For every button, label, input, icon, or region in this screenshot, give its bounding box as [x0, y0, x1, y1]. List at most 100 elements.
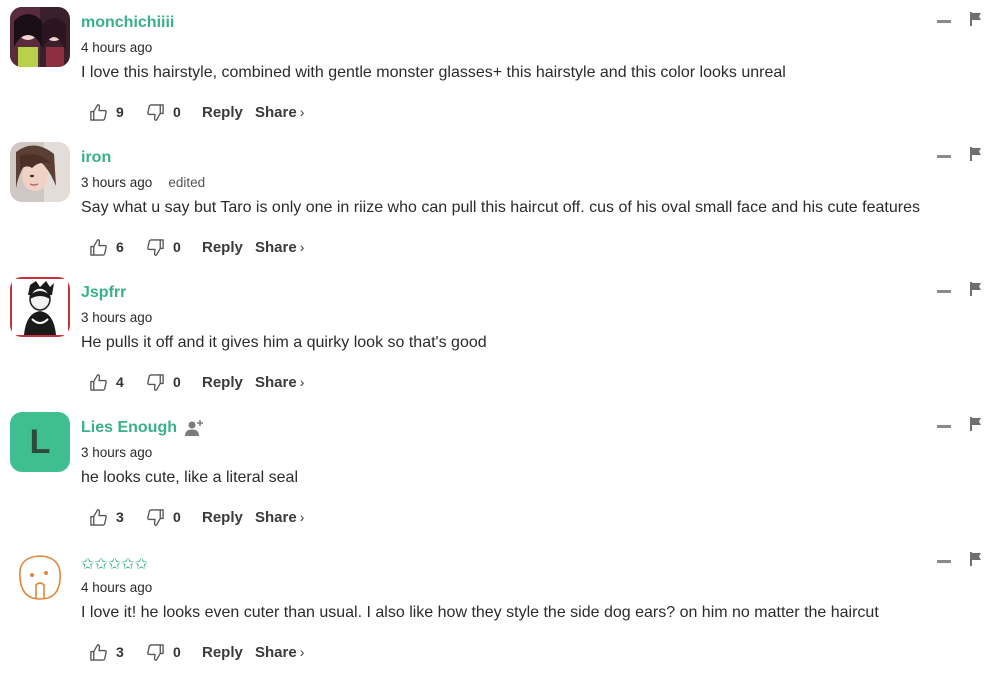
avatar[interactable]: L: [10, 412, 70, 472]
comment-item: L Lies Enough 3 hours ago he looks cute,…: [0, 405, 999, 540]
comment-item: monchichiiii 4 hours ago I love this hai…: [0, 0, 999, 135]
username[interactable]: ✩✩✩✩✩: [81, 554, 148, 574]
thumbs-down-icon: [146, 238, 165, 257]
share-button[interactable]: Share ›: [255, 239, 304, 256]
minus-icon[interactable]: [937, 290, 951, 293]
add-person-icon[interactable]: [185, 419, 205, 437]
username-text[interactable]: iron: [81, 149, 111, 167]
username-text[interactable]: Lies Enough: [81, 419, 177, 437]
thumbs-up-icon: [89, 643, 108, 662]
comment-meta: 3 hours ago edited: [81, 175, 205, 190]
username-text[interactable]: monchichiiii: [81, 14, 174, 32]
comment-actions: 3 0 Reply Share ›: [89, 641, 304, 663]
comment-meta: 4 hours ago: [81, 40, 152, 55]
dislike-button[interactable]: 0: [146, 508, 202, 527]
comment-actions: 4 0 Reply Share ›: [89, 371, 304, 393]
comment-meta: 4 hours ago: [81, 580, 152, 595]
flag-icon[interactable]: [970, 552, 982, 566]
comment-item: Jspfrr 3 hours ago He pulls it off and i…: [0, 270, 999, 405]
share-label: Share: [255, 103, 297, 121]
flag-icon[interactable]: [970, 417, 982, 431]
thumbs-up-icon: [89, 103, 108, 122]
timestamp[interactable]: 3 hours ago: [81, 310, 152, 325]
minus-icon[interactable]: [937, 155, 951, 158]
comment-list: monchichiiii 4 hours ago I love this hai…: [0, 0, 999, 672]
dislike-count: 0: [173, 104, 181, 120]
reply-button[interactable]: Reply: [202, 239, 255, 256]
chevron-right-icon: ›: [299, 374, 305, 390]
chevron-right-icon: ›: [299, 644, 305, 660]
share-button[interactable]: Share ›: [255, 644, 304, 661]
thumbs-up-icon: [89, 373, 108, 392]
like-count: 6: [116, 239, 124, 255]
comment-text: Say what u say but Taro is only one in r…: [81, 199, 920, 216]
minus-icon[interactable]: [937, 425, 951, 428]
timestamp[interactable]: 3 hours ago: [81, 445, 152, 460]
like-button[interactable]: 4: [89, 373, 146, 392]
flag-icon[interactable]: [970, 147, 982, 161]
minus-icon[interactable]: [937, 560, 951, 563]
dislike-button[interactable]: 0: [146, 238, 202, 257]
dislike-count: 0: [173, 374, 181, 390]
dislike-count: 0: [173, 644, 181, 660]
avatar[interactable]: [10, 547, 70, 607]
avatar-photo: [10, 547, 70, 607]
username[interactable]: Jspfrr: [81, 284, 126, 302]
thumbs-down-icon: [146, 508, 165, 527]
timestamp[interactable]: 3 hours ago: [81, 175, 152, 190]
username[interactable]: monchichiiii: [81, 14, 174, 32]
avatar[interactable]: [10, 7, 70, 67]
username-text[interactable]: Jspfrr: [81, 284, 126, 302]
reply-button[interactable]: Reply: [202, 644, 255, 661]
comment-meta: 3 hours ago: [81, 445, 152, 460]
dislike-count: 0: [173, 509, 181, 525]
dislike-button[interactable]: 0: [146, 643, 202, 662]
username[interactable]: iron: [81, 149, 111, 167]
minus-icon[interactable]: [937, 20, 951, 23]
avatar-photo: [10, 277, 70, 337]
timestamp[interactable]: 4 hours ago: [81, 40, 152, 55]
avatar[interactable]: [10, 277, 70, 337]
dislike-button[interactable]: 0: [146, 103, 202, 122]
like-button[interactable]: 3: [89, 508, 146, 527]
comment-text: He pulls it off and it gives him a quirk…: [81, 334, 487, 351]
like-button[interactable]: 9: [89, 103, 146, 122]
like-button[interactable]: 3: [89, 643, 146, 662]
reply-button[interactable]: Reply: [202, 374, 255, 391]
comment-text: he looks cute, like a literal seal: [81, 469, 298, 486]
share-button[interactable]: Share ›: [255, 509, 304, 526]
reply-button[interactable]: Reply: [202, 509, 255, 526]
timestamp[interactable]: 4 hours ago: [81, 580, 152, 595]
thumbs-up-icon: [89, 508, 108, 527]
comment-actions: 9 0 Reply Share ›: [89, 101, 304, 123]
share-button[interactable]: Share ›: [255, 374, 304, 391]
comment-actions: 6 0 Reply Share ›: [89, 236, 304, 258]
share-label: Share: [255, 643, 297, 661]
flag-icon[interactable]: [970, 12, 982, 26]
thumbs-down-icon: [146, 373, 165, 392]
chevron-right-icon: ›: [299, 509, 305, 525]
avatar-photo: [10, 7, 70, 67]
share-label: Share: [255, 238, 297, 256]
share-button[interactable]: Share ›: [255, 104, 304, 121]
avatar-photo: [10, 142, 70, 202]
comment-item: iron 3 hours ago edited Say what u say bu…: [0, 135, 999, 270]
comment-meta: 3 hours ago: [81, 310, 152, 325]
avatar[interactable]: [10, 142, 70, 202]
dislike-button[interactable]: 0: [146, 373, 202, 392]
edited-label: edited: [168, 175, 206, 190]
thumbs-down-icon: [146, 103, 165, 122]
username[interactable]: Lies Enough: [81, 419, 205, 437]
comment-actions: 3 0 Reply Share ›: [89, 506, 304, 528]
username-text[interactable]: ✩✩✩✩✩: [81, 554, 148, 574]
like-count: 9: [116, 104, 124, 120]
like-count: 3: [116, 509, 124, 525]
comment-item: ✩✩✩✩✩ 4 hours ago I love it! he looks ev…: [0, 540, 999, 675]
thumbs-down-icon: [146, 643, 165, 662]
comment-text: I love it! he looks even cuter than usua…: [81, 604, 879, 621]
comment-text: I love this hairstyle, combined with gen…: [81, 64, 786, 81]
flag-icon[interactable]: [970, 282, 982, 296]
share-label: Share: [255, 373, 297, 391]
reply-button[interactable]: Reply: [202, 104, 255, 121]
like-button[interactable]: 6: [89, 238, 146, 257]
